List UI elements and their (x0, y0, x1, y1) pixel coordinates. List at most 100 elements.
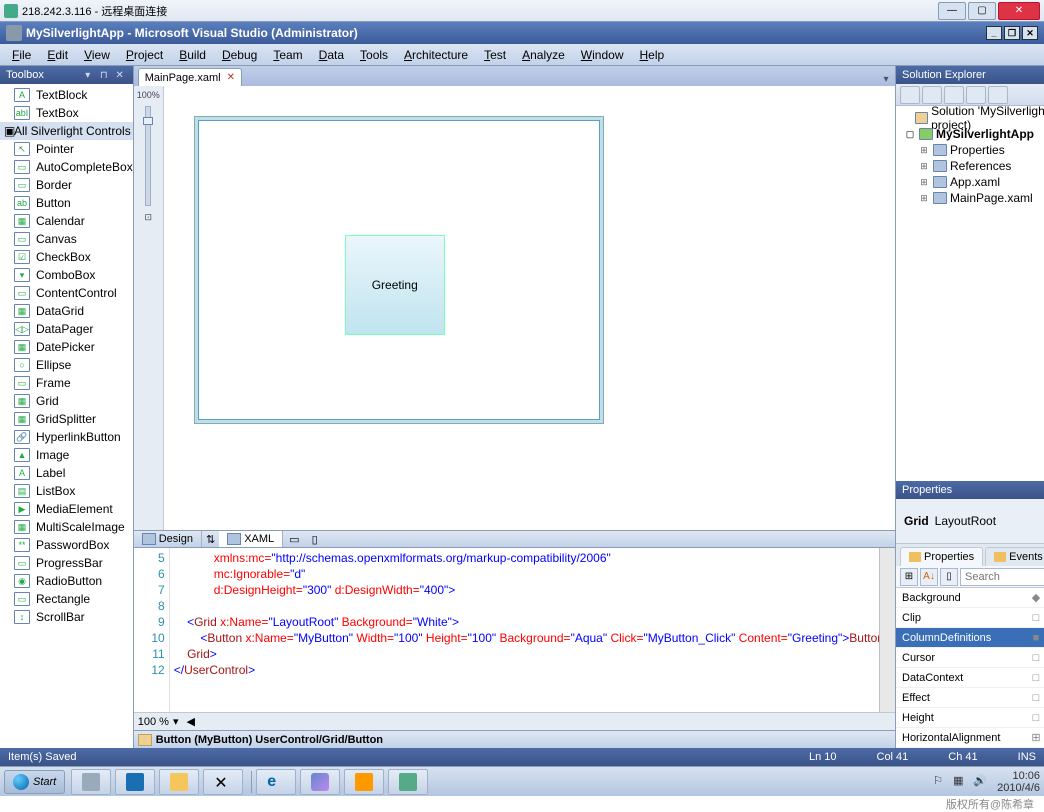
breadcrumb-bar[interactable]: Button (MyButton) UserControl/Grid/Butto… (134, 730, 895, 748)
tab-close-icon[interactable]: ✕ (227, 72, 235, 83)
tray-network-icon[interactable]: ▦ (953, 774, 969, 790)
toolbox-item[interactable]: ↕ScrollBar (0, 608, 133, 626)
toolbox-item[interactable]: abITextBox (0, 104, 133, 122)
editor-scrollbar[interactable] (879, 548, 895, 712)
toolbox-item[interactable]: ▦Calendar (0, 212, 133, 230)
toolbox-item[interactable]: ▦GridSplitter (0, 410, 133, 428)
toolbox-group-header[interactable]: ▣ All Silverlight Controls (0, 122, 133, 140)
vs-close-button[interactable]: ✕ (1022, 26, 1038, 40)
toolbox-item[interactable]: ▤ListBox (0, 482, 133, 500)
menu-architecture[interactable]: Architecture (396, 46, 476, 64)
vs-restore-button[interactable]: ❐ (1004, 26, 1020, 40)
tree-item[interactable]: ⊞App.xaml (900, 174, 1044, 190)
toolbox-item[interactable]: ↖Pointer (0, 140, 133, 158)
toolbox-pin-icon[interactable]: ⊓ (97, 68, 111, 82)
start-button[interactable]: Start (4, 770, 65, 794)
property-row[interactable]: ColumnDefinitions■(Collection)… (896, 628, 1044, 648)
menu-test[interactable]: Test (476, 46, 514, 64)
solution-tree[interactable]: Solution 'MySilverlightApp' (1 project) … (896, 106, 1044, 481)
tree-solution[interactable]: Solution 'MySilverlightApp' (1 project) (900, 110, 1044, 126)
property-row[interactable]: Cursor□ (896, 648, 1044, 668)
taskbar-server-icon[interactable] (71, 769, 111, 795)
solution-explorer-header[interactable]: Solution Explorer ▾ ⊓ ✕ (896, 66, 1044, 84)
tree-project[interactable]: ▢MySilverlightApp (900, 126, 1044, 142)
se-tool-btn[interactable] (988, 86, 1008, 104)
menu-edit[interactable]: Edit (39, 46, 76, 64)
zoom-slider[interactable]: 100% ⊡ (134, 86, 164, 530)
zoom-percent[interactable]: 100 % (138, 716, 169, 728)
document-tab[interactable]: MainPage.xaml ✕ (138, 68, 242, 86)
toolbox-item[interactable]: ▦DataGrid (0, 302, 133, 320)
toolbox-close-icon[interactable]: ✕ (113, 68, 127, 82)
property-row[interactable]: HorizontalAlignment⊞Stretch (896, 728, 1044, 748)
fit-icon[interactable]: ⊡ (144, 212, 152, 223)
taskbar-vs-icon[interactable] (300, 769, 340, 795)
taskbar-explorer-icon[interactable] (159, 769, 199, 795)
toolbox-item[interactable]: ▭Rectangle (0, 590, 133, 608)
menu-analyze[interactable]: Analyze (514, 46, 573, 64)
tree-item[interactable]: ⊞MainPage.xaml (900, 190, 1044, 206)
toolbox-item[interactable]: ▦MultiScaleImage (0, 518, 133, 536)
toolbox-item[interactable]: ○Ellipse (0, 356, 133, 374)
se-tool-btn[interactable] (944, 86, 964, 104)
split-vertical-icon[interactable]: ▯ (306, 533, 324, 546)
design-canvas[interactable]: Greeting (164, 86, 895, 530)
tray-sound-icon[interactable]: 🔊 (973, 774, 989, 790)
tray-flag-icon[interactable]: ⚐ (933, 774, 949, 790)
greeting-button[interactable]: Greeting (345, 235, 445, 335)
properties-header[interactable]: Properties ▾ ⊓ ✕ (896, 481, 1044, 499)
toolbox-item[interactable]: ▦DatePicker (0, 338, 133, 356)
menu-help[interactable]: Help (631, 46, 672, 64)
artboard[interactable]: Greeting (194, 116, 604, 424)
taskbar-powershell-icon[interactable] (115, 769, 155, 795)
properties-search-input[interactable] (960, 568, 1044, 586)
toolbox-dropdown-icon[interactable]: ▾ (81, 68, 95, 82)
rdp-close-button[interactable]: ✕ (998, 2, 1040, 20)
tree-item[interactable]: ⊞Properties (900, 142, 1044, 158)
toolbox-item[interactable]: ▶MediaElement (0, 500, 133, 518)
toolbox-item[interactable]: ▭Frame (0, 374, 133, 392)
rdp-maximize-button[interactable]: ▢ (968, 2, 996, 20)
rdp-minimize-button[interactable]: — (938, 2, 966, 20)
se-tool-btn[interactable] (922, 86, 942, 104)
property-row[interactable]: DataContext□Binding... (896, 668, 1044, 688)
taskbar-app2-icon[interactable] (388, 769, 428, 795)
se-tool-btn[interactable] (900, 86, 920, 104)
toolbox-item[interactable]: ▲Image (0, 446, 133, 464)
tray-clock[interactable]: 10:06 2010/4/6 (997, 770, 1040, 794)
toolbox-item[interactable]: ▭ProgressBar (0, 554, 133, 572)
code-editor[interactable]: 56789101112 xmlns:mc="http://schemas.ope… (134, 548, 895, 712)
vs-minimize-button[interactable]: _ (986, 26, 1002, 40)
toolbox-item[interactable]: ▭Border (0, 176, 133, 194)
taskbar-tools-icon[interactable]: ✕ (203, 769, 243, 795)
toolbox-item[interactable]: ▭AutoCompleteBox (0, 158, 133, 176)
tab-overflow-icon[interactable]: ▾ (879, 72, 893, 86)
toolbox-item[interactable]: ATextBlock (0, 86, 133, 104)
se-tool-btn[interactable] (966, 86, 986, 104)
toolbox-item[interactable]: ▦Grid (0, 392, 133, 410)
toolbox-item[interactable]: ☑CheckBox (0, 248, 133, 266)
menu-data[interactable]: Data (311, 46, 352, 64)
toolbox-item[interactable]: ◉RadioButton (0, 572, 133, 590)
toolbox-item[interactable]: abButton (0, 194, 133, 212)
toolbox-item[interactable]: **PasswordBox (0, 536, 133, 554)
toolbox-header[interactable]: Toolbox ▾ ⊓ ✕ (0, 66, 133, 84)
toolbox-item[interactable]: ◁▷DataPager (0, 320, 133, 338)
menu-tools[interactable]: Tools (352, 46, 396, 64)
toolbox-item[interactable]: ▾ComboBox (0, 266, 133, 284)
property-row[interactable]: Background◆White▾ (896, 588, 1044, 608)
property-row[interactable]: Effect□Value must be set in (896, 688, 1044, 708)
menu-view[interactable]: View (76, 46, 118, 64)
categorize-icon[interactable]: ⊞ (900, 568, 918, 586)
split-horizontal-icon[interactable]: ▭ (283, 533, 305, 546)
menu-file[interactable]: File (4, 46, 39, 64)
property-row[interactable]: Height□Auto (896, 708, 1044, 728)
menu-build[interactable]: Build (171, 46, 214, 64)
menu-window[interactable]: Window (573, 46, 632, 64)
taskbar-ie-icon[interactable]: e (256, 769, 296, 795)
taskbar-app-icon[interactable] (344, 769, 384, 795)
sort-icon[interactable]: A↓ (920, 568, 938, 586)
menu-project[interactable]: Project (118, 46, 171, 64)
xaml-tab[interactable]: XAML (219, 531, 283, 547)
system-tray[interactable]: ⚐ ▦ 🔊 10:06 2010/4/6 (931, 770, 1040, 794)
